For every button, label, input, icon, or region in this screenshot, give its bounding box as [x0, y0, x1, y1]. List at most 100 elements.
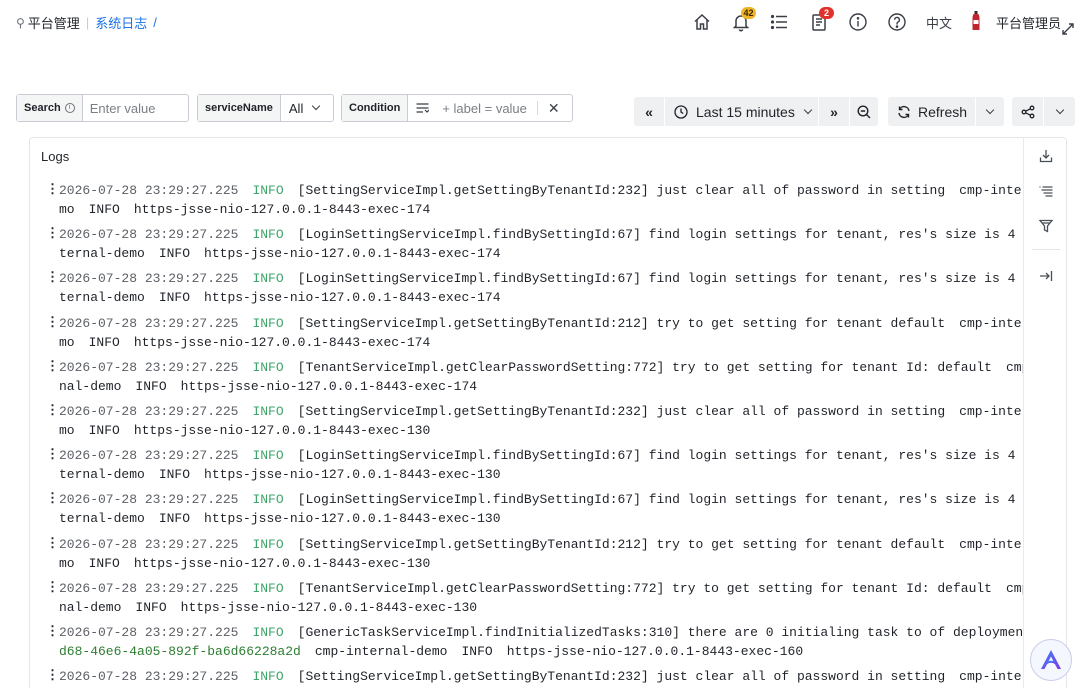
- info-icon[interactable]: i: [64, 103, 75, 113]
- log-row[interactable]: ⋮ 2026-07-28 23:29:27.225 INFO [TenantServi…: [30, 357, 1023, 401]
- log-context: cmp-internal-demo: [314, 643, 448, 659]
- row-menu-icon[interactable]: ⋮: [46, 183, 59, 196]
- log-thread: https-jsse-nio-127.0.0.1-8443-exec-130: [133, 422, 431, 438]
- wrap-lines-button[interactable]: [1036, 181, 1056, 201]
- search-label: Search i: [17, 95, 83, 121]
- log-context-continued: mo: [59, 202, 75, 217]
- row-menu-icon[interactable]: ⋮: [46, 316, 59, 329]
- log-message: [LoginSettingServiceImpl.findBySettingId…: [297, 492, 1016, 508]
- tasks-button[interactable]: 2: [807, 7, 834, 34]
- log-timestamp: 2026-07-28 23:29:27.225: [59, 624, 239, 640]
- list-button[interactable]: [767, 10, 791, 34]
- log-level-text: INFO: [158, 467, 191, 483]
- collapse-panel-button[interactable]: [1036, 266, 1056, 286]
- time-range-picker[interactable]: Last 15 minutes: [665, 97, 818, 126]
- filter-button[interactable]: [1036, 216, 1056, 236]
- assistant-logo-icon: [1041, 650, 1061, 669]
- home-icon: [694, 13, 710, 30]
- log-level: INFO: [252, 580, 284, 596]
- log-row[interactable]: ⋮ 2026-07-28 23:29:27.225 INFO [SettingServ…: [30, 401, 1023, 445]
- row-menu-icon[interactable]: ⋮: [46, 360, 59, 373]
- log-row[interactable]: ⋮ 2026-07-28 23:29:27.225 INFO [LoginSettin…: [30, 445, 1023, 489]
- shift-forward-icon: »: [830, 103, 838, 120]
- log-level: INFO: [252, 227, 284, 243]
- service-select-value: All: [288, 100, 304, 116]
- log-line: 2026-07-28 23:29:27.225 INFO [LoginSetting…: [59, 227, 1023, 243]
- share-button[interactable]: [1012, 97, 1043, 126]
- zoom-out-button[interactable]: [850, 97, 878, 126]
- logs-toolbar: [1023, 138, 1066, 688]
- breadcrumb-separator: |: [85, 15, 90, 30]
- log-level-text: INFO: [88, 422, 120, 438]
- log-row[interactable]: ⋮ 2026-07-28 23:29:27.225 INFO [LoginSettin…: [30, 224, 1023, 268]
- chevron-down-icon: [312, 101, 321, 111]
- breadcrumb-root[interactable]: 平台管理: [28, 13, 80, 32]
- log-row[interactable]: ⋮ 2026-07-28 23:29:27.225 INFO [SettingServ…: [30, 534, 1023, 578]
- logs-panel: Logs ⋮ 2026-07-28 23:29:27.225 INFO [Settin…: [29, 137, 1067, 688]
- log-timestamp: 2026-07-28 23:29:27.225: [59, 227, 239, 243]
- row-menu-icon[interactable]: ⋮: [46, 404, 59, 417]
- log-level: INFO: [252, 624, 284, 640]
- log-message: [TenantServiceImpl.getClearPasswordSetti…: [297, 359, 992, 375]
- log-level-text: INFO: [88, 334, 120, 350]
- log-line-continuation: ternal-demo INFO https-jsse-nio-127.0.0.1-…: [59, 246, 501, 262]
- log-row[interactable]: ⋮ 2026-07-28 23:29:27.225 INFO [GenericTask…: [30, 622, 1023, 666]
- breadcrumb-current[interactable]: 系统日志: [95, 13, 147, 32]
- row-menu-icon[interactable]: ⋮: [46, 581, 59, 594]
- log-context: cmp-internal: [959, 669, 1023, 685]
- row-menu-icon[interactable]: ⋮: [46, 625, 59, 638]
- row-menu-icon[interactable]: ⋮: [46, 492, 59, 505]
- log-line: 2026-07-28 23:29:27.225 INFO [GenericTaskS…: [59, 625, 1023, 641]
- log-line-continuation: nal-demo INFO https-jsse-nio-127.0.0.1-844…: [59, 600, 477, 616]
- shift-back-button[interactable]: «: [634, 97, 664, 126]
- search-input[interactable]: [82, 95, 187, 121]
- log-line: 2026-07-28 23:29:27.225 INFO [LoginSetting…: [59, 271, 1023, 287]
- log-timestamp: 2026-07-28 23:29:27.225: [59, 669, 239, 685]
- row-menu-icon[interactable]: ⋮: [46, 271, 59, 284]
- refresh-label: Refresh: [918, 103, 968, 120]
- notifications-button[interactable]: 42: [729, 7, 756, 34]
- notification-badge: 42: [741, 7, 756, 19]
- top-bar: ⚲ 平台管理 | 系统日志 / 42 2 中文 平台管理员: [0, 0, 1080, 44]
- row-menu-icon[interactable]: ⋮: [46, 669, 59, 682]
- row-menu-icon[interactable]: ⋮: [46, 227, 59, 240]
- log-context: cmp-interna: [959, 315, 1023, 331]
- home-button[interactable]: [690, 10, 714, 34]
- arrow-to-right-icon: [1040, 271, 1053, 281]
- service-label: serviceName: [198, 95, 281, 121]
- log-context: cmp-i: [1005, 359, 1023, 375]
- log-thread: https-jsse-nio-127.0.0.1-8443-exec-130: [133, 555, 431, 571]
- time-range-label: Last 15 minutes: [696, 103, 795, 120]
- about-button[interactable]: [846, 10, 870, 34]
- log-row[interactable]: ⋮ 2026-07-28 23:29:27.225 INFO [LoginSettin…: [30, 268, 1023, 312]
- log-line: 2026-07-28 23:29:27.225 INFO [TenantServic…: [59, 360, 1023, 376]
- help-icon: [888, 13, 906, 31]
- shift-forward-button[interactable]: »: [819, 97, 849, 126]
- log-line: 2026-07-28 23:29:27.225 INFO [SettingServi…: [59, 316, 1023, 332]
- refresh-interval-dropdown[interactable]: [976, 97, 1004, 126]
- assistant-button[interactable]: [1030, 639, 1072, 681]
- log-row[interactable]: ⋮ 2026-07-28 23:29:27.225 INFO [SettingServ…: [30, 313, 1023, 357]
- log-row[interactable]: ⋮ 2026-07-28 23:29:27.225 INFO [LoginSettin…: [30, 489, 1023, 533]
- log-line-continuation: mo INFO https-jsse-nio-127.0.0.1-8443-exec…: [59, 556, 430, 572]
- share-dropdown[interactable]: [1044, 97, 1075, 126]
- row-menu-icon[interactable]: ⋮: [46, 448, 59, 461]
- log-level-text: INFO: [158, 511, 191, 527]
- help-button[interactable]: [885, 10, 909, 34]
- log-row[interactable]: ⋮ 2026-07-28 23:29:27.225 INFO [SettingServ…: [30, 666, 1023, 688]
- avatar[interactable]: [970, 11, 982, 31]
- task-badge: 2: [819, 7, 834, 19]
- clear-condition-button[interactable]: ✕: [548, 100, 560, 117]
- log-thread: https-jsse-nio-127.0.0.1-8443-exec-130: [204, 467, 501, 483]
- refresh-button[interactable]: Refresh: [888, 97, 975, 126]
- condition-input[interactable]: + label = value ✕: [408, 95, 567, 121]
- log-row[interactable]: ⋮ 2026-07-28 23:29:27.225 INFO [TenantServi…: [30, 578, 1023, 622]
- log-row[interactable]: ⋮ 2026-07-28 23:29:27.225 INFO [SettingServ…: [30, 180, 1023, 224]
- expand-icon[interactable]: [1061, 22, 1075, 36]
- user-name[interactable]: 平台管理员: [996, 13, 1061, 32]
- row-menu-icon[interactable]: ⋮: [46, 537, 59, 550]
- service-select[interactable]: All: [281, 95, 327, 121]
- download-button[interactable]: [1036, 146, 1056, 166]
- log-message: [LoginSettingServiceImpl.findBySettingId…: [297, 227, 1016, 243]
- language-switch[interactable]: 中文: [926, 13, 952, 32]
